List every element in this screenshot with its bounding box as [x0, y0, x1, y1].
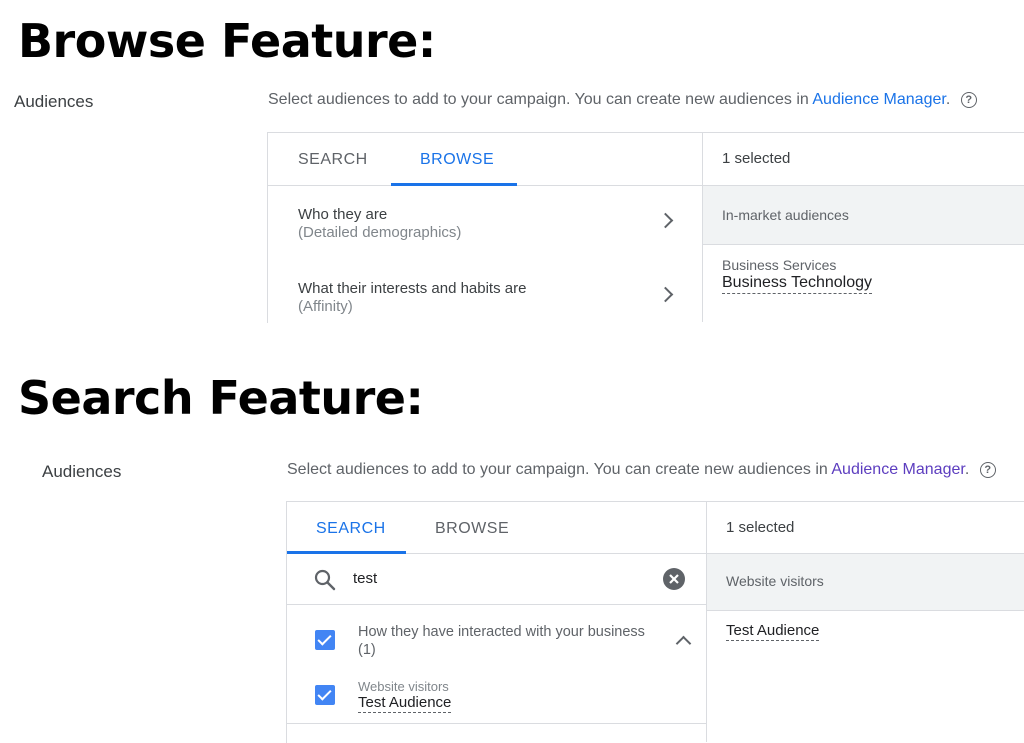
- search-icon: [314, 569, 336, 591]
- clear-search-icon[interactable]: [663, 568, 685, 590]
- audiences-description: Select audiences to add to your campaign…: [268, 91, 977, 109]
- category-title: What their interests and habits are: [298, 280, 527, 297]
- category-subtitle: (Affinity): [298, 298, 353, 315]
- selected-group-label: Website visitors: [726, 573, 824, 589]
- selected-audience-item[interactable]: Business Technology: [722, 274, 873, 294]
- selected-group-divider: [702, 244, 1024, 245]
- description-text: Select audiences to add to your campaign…: [268, 91, 809, 108]
- results-bottom-divider: [286, 723, 706, 724]
- selected-count: 1 selected: [726, 519, 795, 536]
- chevron-right-icon: [657, 212, 674, 229]
- audiences-label: Audiences: [14, 92, 94, 111]
- result-group-count: (1): [358, 642, 376, 658]
- selected-group-label: In-market audiences: [722, 207, 849, 223]
- audiences-description: Select audiences to add to your campaign…: [287, 461, 996, 479]
- selected-audience-item[interactable]: Test Audience: [726, 622, 820, 641]
- result-group-checkbox[interactable]: [315, 630, 335, 650]
- search-input-row: test: [287, 554, 706, 604]
- description-period: .: [945, 91, 951, 108]
- selected-group-divider: [706, 610, 1024, 611]
- category-interests-habits[interactable]: What their interests and habits are (Aff…: [268, 270, 702, 322]
- panel-divider: [706, 501, 707, 742]
- help-circle-icon[interactable]: ?: [979, 462, 996, 478]
- result-item-category: Website visitors: [358, 679, 449, 694]
- selected-item-parent: Business Services: [722, 257, 837, 273]
- result-item-name[interactable]: Test Audience: [358, 694, 452, 713]
- audience-manager-link[interactable]: Audience Manager: [831, 461, 964, 478]
- search-feature-heading: Search Feature:: [18, 371, 424, 425]
- chevron-right-icon: [657, 286, 674, 303]
- selected-count: 1 selected: [722, 150, 791, 167]
- help-circle-icon[interactable]: ?: [960, 92, 977, 108]
- tab-browse[interactable]: BROWSE: [435, 520, 509, 538]
- result-group-title: How they have interacted with your busin…: [358, 624, 645, 640]
- active-tab-indicator: [391, 183, 517, 186]
- tab-search[interactable]: SEARCH: [298, 151, 368, 169]
- search-input[interactable]: test: [353, 570, 377, 587]
- category-subtitle: (Detailed demographics): [298, 224, 462, 241]
- tab-search[interactable]: SEARCH: [316, 520, 386, 538]
- result-item-checkbox[interactable]: [315, 685, 335, 705]
- tab-browse[interactable]: BROWSE: [420, 151, 494, 169]
- search-divider: [286, 604, 706, 605]
- category-who-they-are[interactable]: Who they are (Detailed demographics): [268, 195, 702, 251]
- browse-feature-heading: Browse Feature:: [18, 14, 436, 68]
- description-period: .: [964, 461, 970, 478]
- audience-manager-link[interactable]: Audience Manager: [812, 91, 945, 108]
- audiences-label: Audiences: [42, 462, 122, 481]
- category-title: Who they are: [298, 206, 388, 223]
- description-text: Select audiences to add to your campaign…: [287, 461, 828, 478]
